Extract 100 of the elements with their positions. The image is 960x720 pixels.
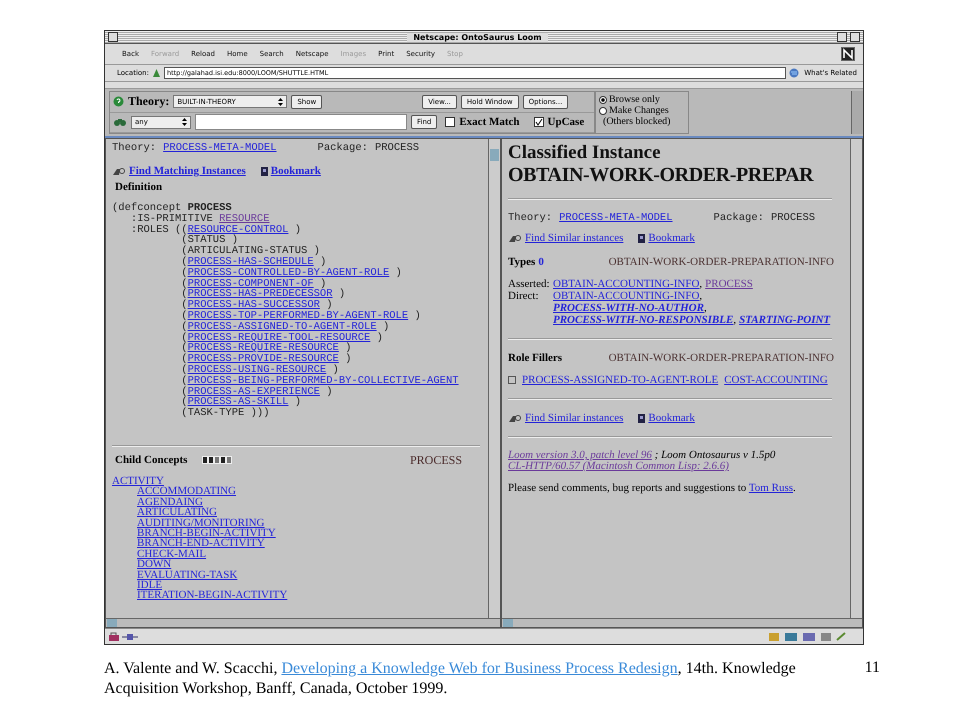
separator: , [733,314,736,326]
concept-link[interactable]: PROCESS-HAS-SCHEDULE [188,256,314,268]
concept-link[interactable]: ARTICULATING [137,506,217,518]
checkbox-label: Exact Match [459,116,520,128]
level-tabs-icon[interactable] [202,456,232,464]
bookmark-link[interactable]: Bookmark [648,412,695,424]
radio-button[interactable] [599,106,607,114]
concept-link[interactable]: DOWN [137,558,172,570]
concept-link[interactable]: EVALUATING-TASK [137,568,238,581]
parent-concept: PROCESS [410,452,462,468]
page-heading: Classified Instance [508,142,662,164]
package-name: PROCESS [770,212,816,224]
contact-text: Please send comments, bug reports and suggestions to Tom Russ. [508,482,797,494]
asserted-label: Asserted: [508,278,551,290]
concept-link[interactable]: PROCESS-TOP-PERFORMED-BY-AGENT-ROLE [188,310,408,322]
version-link[interactable]: Loom version 3.0, patch level 96 [508,449,652,461]
concept-link[interactable]: PROCESS-ASSIGNED-TO-AGENT-ROLE [188,320,377,333]
scrollbar[interactable] [106,618,500,627]
separator: , [699,278,702,290]
scrollbar[interactable] [851,91,863,134]
concept-link[interactable]: PROCESS-CONTROLLED-BY-AGENT-ROLE [188,266,390,279]
zoom-box-icon[interactable] [837,32,847,42]
concept-link[interactable]: PROCESS-AS-EXPERIENCE [188,386,320,398]
type-link[interactable]: OBTAIN-ACCOUNTING-INFO [553,278,700,290]
search-field[interactable] [195,114,407,130]
help-icon[interactable] [113,96,124,108]
theory-link[interactable]: PROCESS-META-MODEL [559,212,673,224]
concept-link[interactable]: IDLE [137,579,162,591]
collapse-box-icon[interactable] [850,32,860,42]
section-heading: Role Fillers [508,352,562,364]
concept-link[interactable]: PROCESS-HAS-PREDECESSOR [188,288,333,300]
type-link[interactable]: PROCESS-WITH-NO-RESPONSIBLE [553,314,734,326]
lock-icon[interactable] [109,632,119,641]
instance-name: OBTAIN-WORK-ORDER-PREPAR [508,164,815,186]
search-icon [508,234,522,242]
concept-link[interactable]: PROCESS-AS-SKILL [188,396,288,408]
role-link[interactable]: PROCESS-ASSIGNED-TO-AGENT-ROLE [522,374,718,386]
theory-label: Theory: [112,142,156,154]
code-line: (PROCESS-PROVIDE-RESOURCE ) [180,354,352,365]
find-link[interactable]: Find Similar instances [525,412,624,424]
code-line: (PROCESS-USING-RESOURCE ) [180,364,340,376]
type-link[interactable]: STARTING-POINT [739,314,830,326]
concept-link[interactable]: BRANCH-BEGIN-ACTIVITY [137,526,276,539]
concept-link[interactable]: CHECK-MAIL [137,548,206,560]
concept-link[interactable]: ITERATION-BEGIN-ACTIVITY [137,589,288,602]
code-line: (defconcept PROCESS [112,203,233,214]
bookmark-link[interactable]: Bookmark [270,165,321,177]
type-link[interactable]: OBTAIN-ACCOUNTING-INFO [553,290,700,302]
concept-link[interactable]: PROCESS-COMPONENT-OF [188,278,314,290]
code-line: (PROCESS-ASSIGNED-TO-AGENT-ROLE ) [180,322,390,333]
concept-link[interactable]: PROCESS-USING-RESOURCE [188,364,326,376]
theory-link[interactable]: PROCESS-META-MODEL [163,142,277,154]
connection-icon [122,632,138,640]
code-line: (PROCESS-HAS-SCHEDULE ) [180,256,328,268]
concept-link[interactable]: AGENDAING [137,496,203,508]
globe-icon[interactable] [789,68,802,78]
scrollbar[interactable] [850,139,862,618]
concept-link[interactable]: PROCESS-REQUIRE-TOOL-RESOURCE [188,332,370,344]
scrollbar[interactable] [488,139,500,618]
bookmark-link[interactable]: Bookmark [648,232,695,244]
page-number: 11 [864,659,880,678]
instance-value: OBTAIN-WORK-ORDER-PREPARATION-INFO [608,256,834,268]
close-box-icon[interactable] [108,32,118,42]
concept-link[interactable]: ACCOMMODATING [137,485,236,498]
direct-label: Direct: [508,290,540,304]
type-link[interactable]: PROCESS-WITH-NO-AUTHOR [553,302,704,314]
author-link[interactable]: Tom Russ [748,482,794,494]
concept-link[interactable]: BRANCH-END-ACTIVITY [137,537,265,550]
scrollbar[interactable] [502,618,862,627]
paper-link[interactable]: Developing a Knowledge Web for Business Process Redesign [281,660,678,677]
bookmark-icon[interactable] [152,68,161,78]
section-heading: Definition [115,181,164,193]
updown-arrows-icon [182,118,187,126]
role-link[interactable]: COST-ACCOUNTING [724,374,828,386]
package-label: Package: [318,142,368,154]
concept-link[interactable]: RESOURCE [219,212,270,225]
updown-arrows-icon [278,98,284,106]
section-heading: Child Concepts [115,454,188,466]
concept-link[interactable]: PROCESS-HAS-SUCCESSOR [188,299,320,312]
server-link[interactable]: CL-HTTP/60.57 (Macintosh Common Lisp: 2.6.6) [508,460,729,472]
concept-link[interactable]: ACTIVITY [112,474,164,487]
expand-icon[interactable] [508,376,516,384]
types-count: 0 [538,256,544,268]
find-link[interactable]: Find Matching Instances [129,165,246,177]
concept-link[interactable]: PROCESS-PROVIDE-RESOURCE [188,353,339,366]
search-icon [112,166,126,176]
radio-button[interactable] [599,96,607,104]
mode-note: (Others blocked) [602,116,672,127]
concept-link[interactable]: RESOURCE-CONTROL [188,224,288,236]
checkbox[interactable] [445,117,456,128]
theory-label: Theory: [508,212,552,224]
package-name: PROCESS [374,142,420,154]
find-link[interactable]: Find Similar instances [525,232,624,244]
concept-link[interactable]: PROCESS-BEING-PERFORMED-BY-COLLECTIVE-AGENT [188,374,459,387]
concept-link[interactable]: PROCESS-REQUIRE-RESOURCE [188,342,339,354]
type-link[interactable]: PROCESS [705,278,753,290]
checkbox[interactable] [534,117,544,128]
concept-link[interactable]: AUDITING/MONITORING [137,516,265,529]
binoculars-icon[interactable] [113,117,127,128]
search-icon [508,414,522,422]
